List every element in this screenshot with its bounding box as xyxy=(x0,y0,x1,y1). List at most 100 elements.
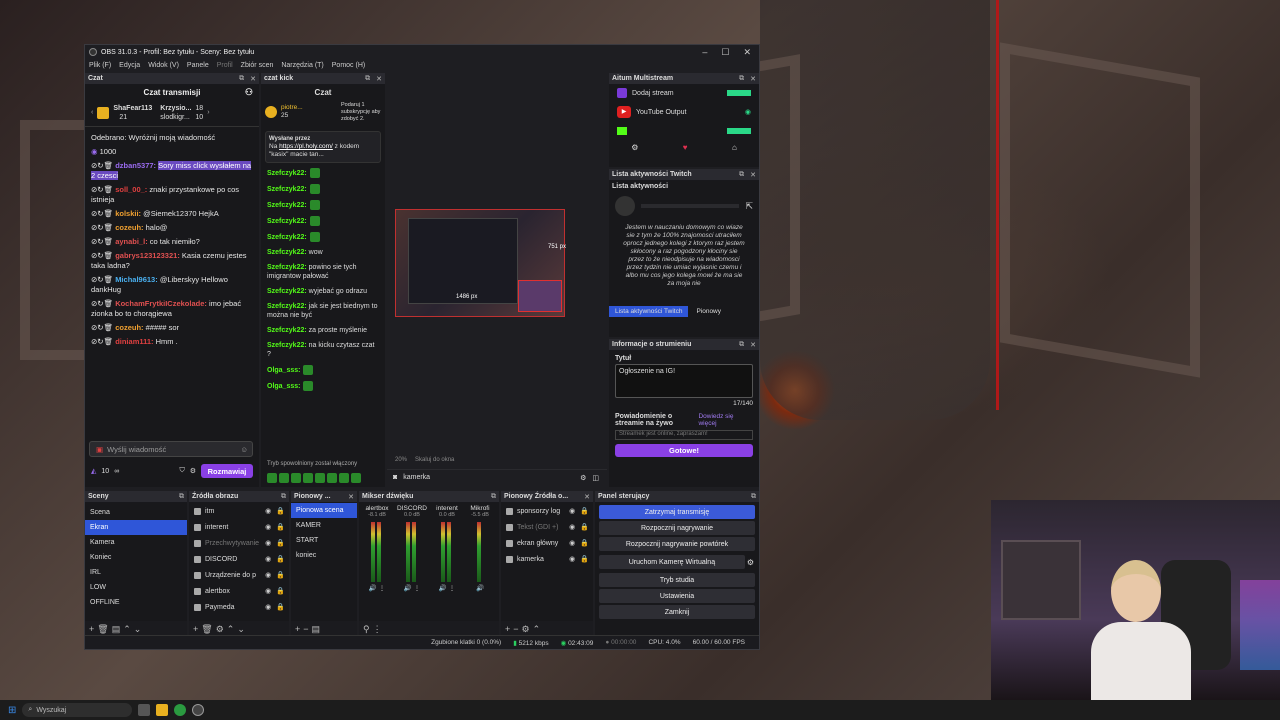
float-icon[interactable]: ⧉ xyxy=(281,493,286,501)
float-icon[interactable]: ⧉ xyxy=(751,493,756,501)
lock-icon[interactable]: 🔒 xyxy=(276,555,285,563)
chat-icon[interactable]: ⌂ xyxy=(732,143,737,152)
message-user[interactable]: aynabi_l: xyxy=(115,237,148,246)
eye-icon[interactable]: ◉ xyxy=(265,603,271,611)
eye-icon[interactable]: ◉ xyxy=(265,507,271,515)
emote-icon[interactable] xyxy=(327,473,337,483)
link-icon[interactable]: ⚲ xyxy=(363,624,370,634)
source-item[interactable]: Urządzenie do p ◉ 🔒 xyxy=(189,567,289,583)
start-recording-button[interactable]: Rozpocznij nagrywanie xyxy=(599,521,755,535)
float-icon[interactable]: ⧉ xyxy=(491,493,496,501)
kick-user[interactable]: Szefczyk22: xyxy=(267,264,307,271)
filter-icon[interactable]: ▤ xyxy=(312,624,321,634)
lock-icon[interactable]: 🔒 xyxy=(276,507,285,515)
remove-icon[interactable]: − xyxy=(303,624,308,634)
close-icon[interactable]: ✕ xyxy=(750,75,756,83)
scene-item[interactable]: Scena xyxy=(85,505,187,520)
camera-source[interactable] xyxy=(518,280,562,312)
up-icon[interactable]: ⌃ xyxy=(123,624,131,634)
vscene-item[interactable]: koniec xyxy=(291,548,357,563)
settings-button[interactable]: Ustawienia xyxy=(599,589,755,603)
up-icon[interactable]: ⌃ xyxy=(533,624,541,634)
scene-item[interactable]: IRL xyxy=(85,565,187,580)
gear-icon[interactable]: ⚙ xyxy=(747,558,759,567)
down-icon[interactable]: ⌄ xyxy=(134,624,142,634)
source-item[interactable]: Przechwytywanie ◉ 🔒 xyxy=(189,535,289,551)
menu-edit[interactable]: Edycja xyxy=(119,62,140,69)
up-icon[interactable]: ⌃ xyxy=(227,624,235,634)
file-explorer-icon[interactable] xyxy=(156,704,169,716)
emote-icon[interactable] xyxy=(291,473,301,483)
close-icon[interactable]: ✕ xyxy=(750,341,756,349)
lock-icon[interactable]: 🔒 xyxy=(276,587,285,595)
emote-icon[interactable] xyxy=(339,473,349,483)
bits-icon[interactable]: ▣ xyxy=(96,445,103,454)
menu-docks[interactable]: Panele xyxy=(187,62,209,69)
close-icon[interactable]: ✕ xyxy=(376,75,382,83)
taskbar-search[interactable]: ⌕ Wyszukaj xyxy=(22,703,133,717)
minimize-button[interactable]: – xyxy=(702,47,707,58)
chat-input[interactable]: ▣ Wyślij wiadomość ☺ xyxy=(89,441,253,457)
kick-user[interactable]: Szefczyk22: xyxy=(267,202,307,209)
kick-user[interactable]: Olga_sss: xyxy=(267,367,300,374)
close-icon[interactable]: ✕ xyxy=(584,493,590,501)
close-icon[interactable]: ✕ xyxy=(250,75,256,83)
mute-icon[interactable]: 🔊 ⋮ xyxy=(361,584,393,592)
settings-icon[interactable]: ⚙ xyxy=(216,624,224,634)
kick-user[interactable]: Szefczyk22: xyxy=(267,342,307,349)
float-icon[interactable]: ⧉ xyxy=(239,75,244,83)
eye-icon[interactable]: ◉ xyxy=(265,539,271,547)
chevron-right-icon[interactable]: › xyxy=(207,109,209,116)
float-icon[interactable]: ⧉ xyxy=(179,493,184,501)
scene-item[interactable]: LOW xyxy=(85,580,187,595)
lock-icon[interactable]: 🔒 xyxy=(580,507,589,515)
pinned-link[interactable]: https://pl.holy.com/ xyxy=(279,143,333,150)
menu-profile[interactable]: Profil xyxy=(217,62,233,69)
eye-icon[interactable]: ◉ xyxy=(569,507,575,515)
scene-item[interactable]: Koniec xyxy=(85,550,187,565)
scene-item-selected[interactable]: Ekran xyxy=(85,520,187,535)
lock-icon[interactable]: 🔒 xyxy=(276,571,285,579)
emote-icon[interactable]: ☺ xyxy=(240,445,248,454)
kick-user[interactable]: Szefczyk22: xyxy=(267,288,307,295)
vscene-item-selected[interactable]: Pionowa scena xyxy=(291,503,357,518)
mute-icon[interactable]: 🔊 xyxy=(466,584,494,592)
down-icon[interactable]: ⌄ xyxy=(237,624,245,634)
float-icon[interactable]: ⧉ xyxy=(739,171,744,179)
maximize-button[interactable]: ☐ xyxy=(721,47,729,58)
add-icon[interactable]: + xyxy=(89,624,94,634)
filter-icon[interactable]: ▤ xyxy=(112,624,121,634)
message-user[interactable]: KochamFrytkiICzekolade: xyxy=(115,299,207,308)
emote-icon[interactable] xyxy=(315,473,325,483)
studio-mode-button[interactable]: Tryb studia xyxy=(599,573,755,587)
eye-icon[interactable]: ◉ xyxy=(265,587,271,595)
eye-icon[interactable]: ◉ xyxy=(569,539,575,547)
scale-select[interactable]: Skaluj do okna xyxy=(415,457,454,463)
done-button[interactable]: Gotowe! xyxy=(615,444,753,457)
menu-help[interactable]: Pomoc (H) xyxy=(332,62,365,69)
kick-user[interactable]: Szefczyk22: xyxy=(267,303,307,310)
chat-send-button[interactable]: Rozmawiaj xyxy=(201,464,253,478)
emote-icon[interactable] xyxy=(267,473,277,483)
menu-view[interactable]: Widok (V) xyxy=(148,62,179,69)
menu-file[interactable]: Plik (F) xyxy=(89,62,111,69)
float-icon[interactable]: ⧉ xyxy=(365,75,370,83)
close-icon[interactable]: ✕ xyxy=(750,171,756,179)
vsource-item[interactable]: sponsorzy log ◉ 🔒 xyxy=(501,503,593,519)
kick-user[interactable]: Szefczyk22: xyxy=(267,170,307,177)
mute-icon[interactable]: 🔊 ⋮ xyxy=(396,584,428,592)
lock-icon[interactable]: 🔒 xyxy=(580,523,589,531)
float-icon[interactable]: ⧉ xyxy=(739,341,744,349)
add-icon[interactable]: + xyxy=(295,624,300,634)
scene-item[interactable]: Kamera xyxy=(85,535,187,550)
emote-icon[interactable] xyxy=(279,473,289,483)
source-item[interactable]: interent ◉ 🔒 xyxy=(189,519,289,535)
close-button[interactable]: ✕ xyxy=(743,47,751,58)
task-view-icon[interactable] xyxy=(138,704,151,716)
menu-icon[interactable]: ⋮ xyxy=(373,624,382,634)
scene-item[interactable]: OFFLINE xyxy=(85,595,187,610)
vscene-item[interactable]: KAMER xyxy=(291,518,357,533)
exit-button[interactable]: Zamknij xyxy=(599,605,755,619)
message-user[interactable]: cozeuh: xyxy=(115,223,143,232)
source-item[interactable]: alertbox ◉ 🔒 xyxy=(189,583,289,599)
